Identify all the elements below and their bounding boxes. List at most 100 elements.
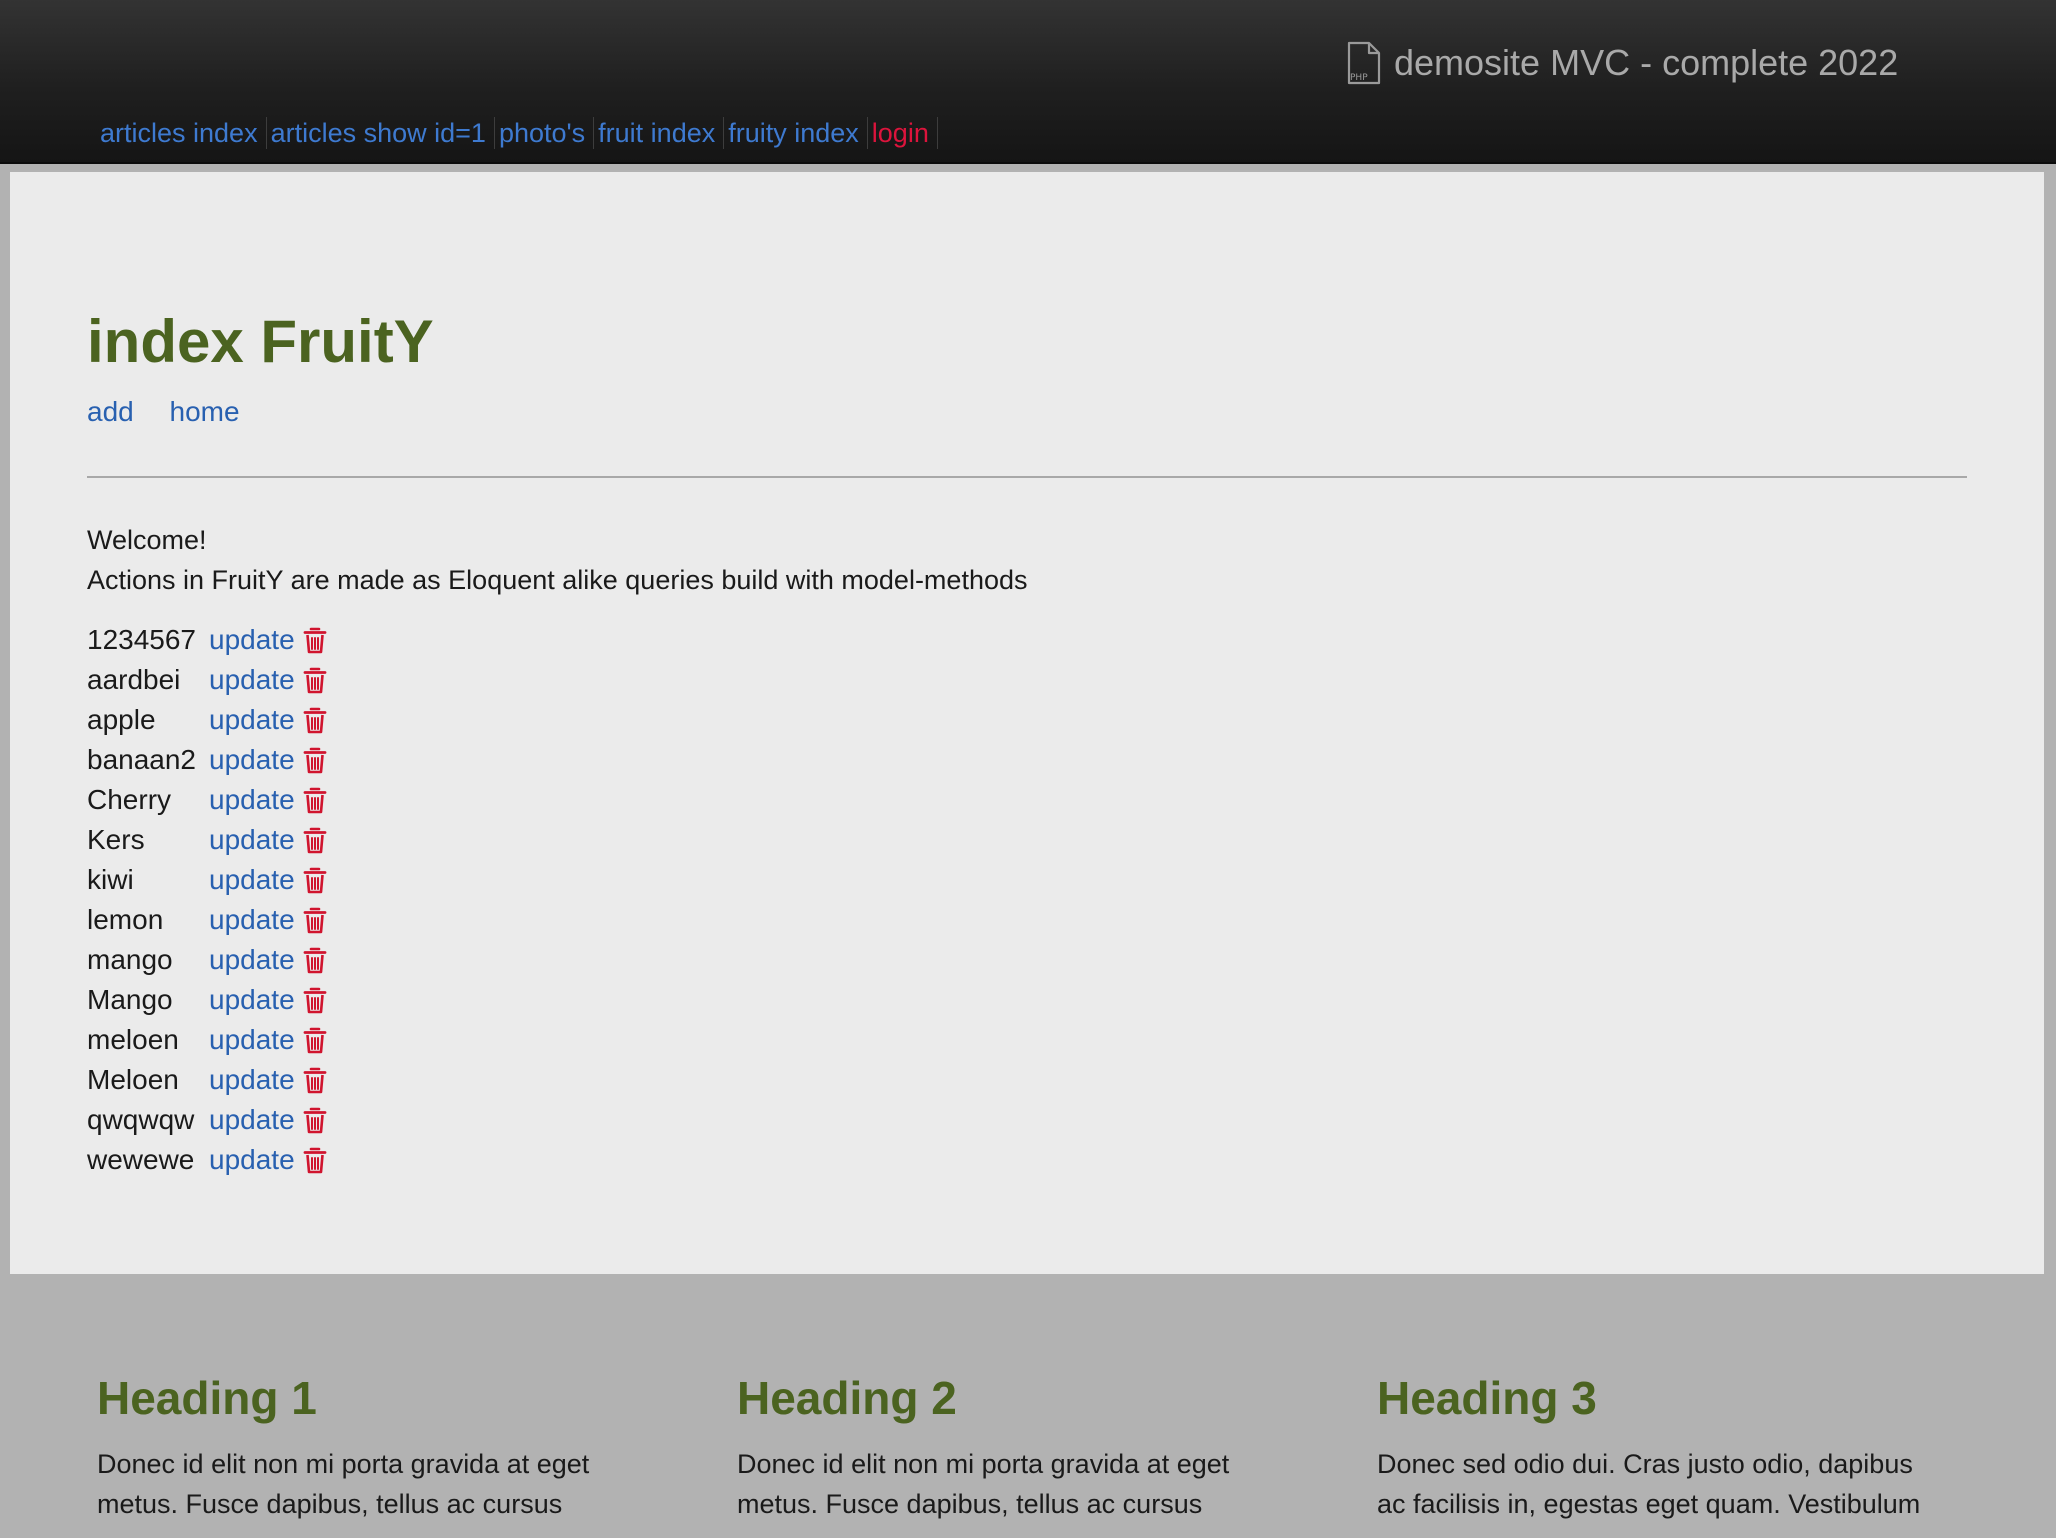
divider: [87, 476, 1967, 478]
fruit-row: kiwi update: [87, 860, 327, 900]
trash-icon: [303, 867, 327, 894]
nav-fruit-index[interactable]: fruit index: [594, 117, 725, 149]
trash-icon: [303, 827, 327, 854]
fruit-row: mango update: [87, 940, 327, 980]
update-link[interactable]: update: [209, 1020, 295, 1060]
trash-icon: [303, 747, 327, 774]
update-link[interactable]: update: [209, 740, 295, 780]
fruit-name: banaan2: [87, 744, 197, 775]
nav-fruity-index[interactable]: fruity index: [724, 117, 868, 149]
fruit-row: Meloen update: [87, 1060, 327, 1100]
fruit-name: qwqwqw: [87, 1104, 195, 1135]
trash-icon: [303, 1067, 327, 1094]
update-link[interactable]: update: [209, 620, 295, 660]
site-brand[interactable]: PHP demosite MVC - complete 2022: [1346, 38, 1898, 88]
trash-icon: [303, 627, 327, 654]
fruit-name: lemon: [87, 904, 164, 935]
column-text: Donec id elit non mi porta gravida at eg…: [737, 1449, 1230, 1519]
fruit-row: aardbei update: [87, 660, 327, 700]
update-link[interactable]: update: [209, 860, 295, 900]
update-link[interactable]: update: [209, 1060, 295, 1100]
fruit-name: aardbei: [87, 664, 181, 695]
fruit-name: Meloen: [87, 1064, 179, 1095]
trash-icon: [303, 947, 327, 974]
update-link[interactable]: update: [209, 780, 295, 820]
nav-login[interactable]: login: [868, 117, 938, 149]
trash-icon: [303, 667, 327, 694]
delete-button[interactable]: [303, 946, 327, 974]
delete-button[interactable]: [303, 866, 327, 894]
delete-button[interactable]: [303, 626, 327, 654]
fruit-row: wewewe update: [87, 1140, 327, 1180]
fruit-name: Kers: [87, 824, 145, 855]
update-link[interactable]: update: [209, 900, 295, 940]
top-navbar: PHP demosite MVC - complete 2022 article…: [0, 0, 2056, 164]
update-link[interactable]: update: [209, 1140, 295, 1180]
delete-button[interactable]: [303, 826, 327, 854]
fruit-row: Mango update: [87, 980, 327, 1020]
fruit-row: lemon update: [87, 900, 327, 940]
update-link[interactable]: update: [209, 980, 295, 1020]
fruit-list: 1234567 update aardbei update apple update ban…: [87, 620, 327, 1180]
feature-column-2: Heading 2 Donec id elit non mi porta gra…: [737, 1370, 1297, 1524]
fruit-name: Mango: [87, 984, 173, 1015]
fruit-name: mango: [87, 944, 173, 975]
add-link[interactable]: add: [87, 396, 134, 427]
delete-button[interactable]: [303, 1146, 327, 1174]
fruit-row: banaan2 update: [87, 740, 327, 780]
fruit-row: apple update: [87, 700, 327, 740]
feature-column-3: Heading 3 Donec sed odio dui. Cras justo…: [1377, 1370, 1937, 1524]
page-actions: add home: [87, 396, 268, 428]
fruit-row: meloen update: [87, 1020, 327, 1060]
home-link[interactable]: home: [170, 396, 240, 427]
main-content: index FruitY add home Welcome! Actions i…: [10, 172, 2044, 1274]
nav-articles-show[interactable]: articles show id=1: [267, 117, 495, 149]
php-file-icon: PHP: [1347, 41, 1381, 85]
description-text: Actions in FruitY are made as Eloquent a…: [87, 565, 1028, 595]
nav-photos[interactable]: photo's: [495, 117, 595, 149]
trash-icon: [303, 1107, 327, 1134]
delete-button[interactable]: [303, 1026, 327, 1054]
intro-text: Welcome! Actions in FruitY are made as E…: [87, 520, 1028, 600]
brand-title: demosite MVC - complete 2022: [1394, 42, 1899, 83]
fruit-row: Kers update: [87, 820, 327, 860]
column-heading: Heading 3: [1377, 1372, 1597, 1424]
fruit-name: apple: [87, 704, 156, 735]
column-text: Donec id elit non mi porta gravida at eg…: [97, 1449, 590, 1519]
trash-icon: [303, 1027, 327, 1054]
delete-button[interactable]: [303, 706, 327, 734]
page-title: index FruitY: [87, 308, 434, 375]
trash-icon: [303, 787, 327, 814]
delete-button[interactable]: [303, 1106, 327, 1134]
delete-button[interactable]: [303, 746, 327, 774]
fruit-row: 1234567 update: [87, 620, 327, 660]
delete-button[interactable]: [303, 666, 327, 694]
trash-icon: [303, 907, 327, 934]
welcome-text: Welcome!: [87, 525, 207, 555]
delete-button[interactable]: [303, 906, 327, 934]
column-heading: Heading 2: [737, 1372, 957, 1424]
update-link[interactable]: update: [209, 820, 295, 860]
svg-text:PHP: PHP: [1350, 73, 1368, 83]
column-text: Donec sed odio dui. Cras justo odio, dap…: [1377, 1449, 1921, 1519]
main-nav: articles index articles show id=1 photo'…: [96, 113, 938, 153]
fruit-row: Cherry update: [87, 780, 327, 820]
fruit-name: Cherry: [87, 784, 172, 815]
update-link[interactable]: update: [209, 940, 295, 980]
feature-column-1: Heading 1 Donec id elit non mi porta gra…: [97, 1370, 657, 1524]
fruit-name: 1234567: [87, 624, 197, 655]
trash-icon: [303, 707, 327, 734]
column-heading: Heading 1: [97, 1372, 317, 1424]
fruit-name: wewewe: [87, 1144, 195, 1175]
delete-button[interactable]: [303, 1066, 327, 1094]
fruit-name: meloen: [87, 1024, 179, 1055]
update-link[interactable]: update: [209, 1100, 295, 1140]
delete-button[interactable]: [303, 986, 327, 1014]
update-link[interactable]: update: [209, 660, 295, 700]
nav-articles-index[interactable]: articles index: [96, 117, 267, 149]
fruit-row: qwqwqw update: [87, 1100, 327, 1140]
trash-icon: [303, 987, 327, 1014]
trash-icon: [303, 1147, 327, 1174]
update-link[interactable]: update: [209, 700, 295, 740]
delete-button[interactable]: [303, 786, 327, 814]
